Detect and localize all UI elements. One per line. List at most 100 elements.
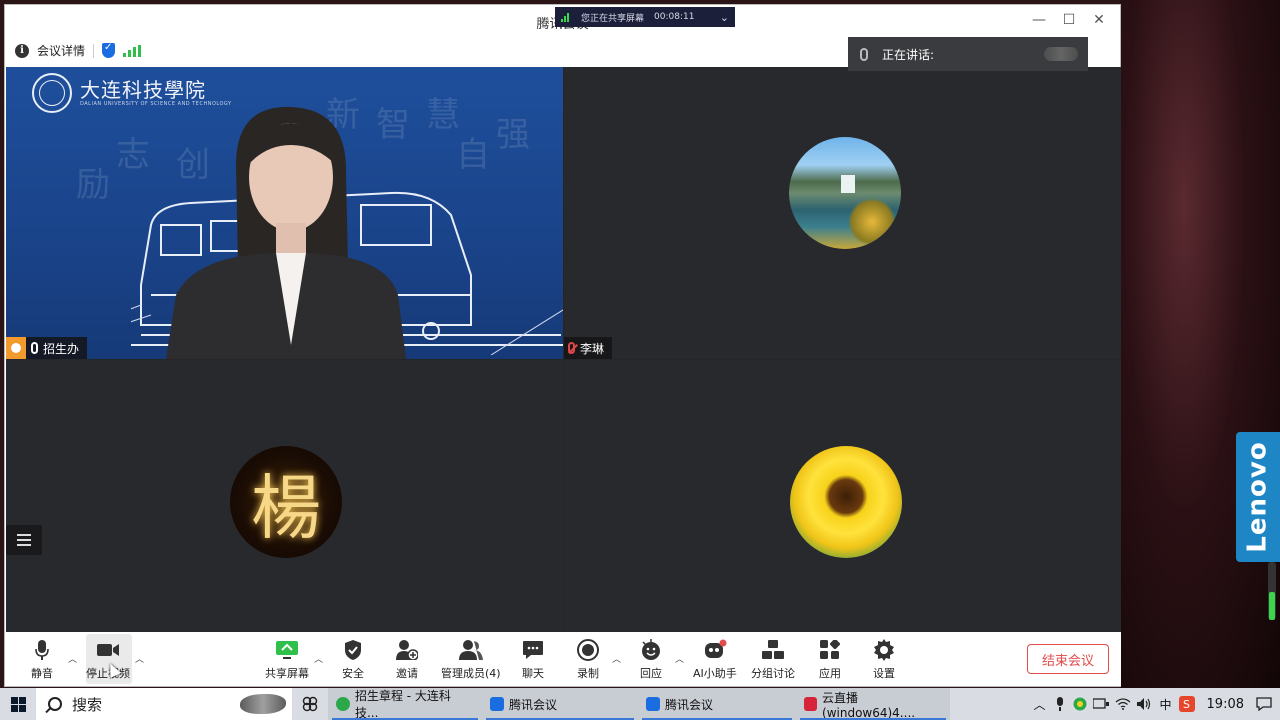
share-screen-label: 共享屏幕 xyxy=(265,667,309,680)
avatar-glyph: 楊 xyxy=(251,466,321,549)
search-highlight-image xyxy=(240,694,286,714)
taskbar-app-label: 招生章程 - 大连科技... xyxy=(354,689,451,720)
watermark-glyph: 励 xyxy=(76,165,110,205)
participant-name-tag: 李琳 xyxy=(564,337,613,359)
notification-icon[interactable] xyxy=(1256,697,1272,711)
video-tile-participant[interactable]: 楊 xyxy=(6,360,563,632)
microphone-icon[interactable] xyxy=(1053,697,1067,711)
chevron-up-icon[interactable]: ︿ xyxy=(675,652,684,665)
meeting-info-left: i 会议详情 xyxy=(15,42,142,59)
gear-icon xyxy=(872,638,896,662)
share-timer: 00:08:11 xyxy=(654,12,695,22)
chevron-up-icon[interactable]: ︿ xyxy=(612,652,621,665)
taskbar-app-tencent-meeting[interactable]: 腾讯会议 xyxy=(482,688,638,720)
ai-assistant-button[interactable]: AI小助手 xyxy=(693,638,737,681)
manage-members-label: 管理成员(4) xyxy=(441,667,501,680)
record-label: 录制 xyxy=(577,667,599,680)
taskbar-search[interactable]: 搜索 xyxy=(36,688,292,720)
taskbar-app-cloud-live[interactable]: 云直播(window64)4.... xyxy=(796,688,950,720)
video-tile-participant[interactable]: 李琳 xyxy=(564,67,1121,359)
reaction-icon xyxy=(639,638,663,662)
mute-button[interactable]: 静音 xyxy=(30,638,54,681)
chevron-up-icon[interactable]: ︿ xyxy=(135,652,144,665)
breakout-icon xyxy=(761,638,785,662)
security-button[interactable]: 安全 xyxy=(341,638,365,681)
speaker-icon[interactable] xyxy=(1136,698,1153,710)
participant-avatar: 楊 xyxy=(230,446,342,558)
divider xyxy=(93,43,95,58)
taskbar-app-label: 腾讯会议 xyxy=(509,697,558,712)
shield-icon[interactable] xyxy=(102,42,116,58)
share-status-text: 您正在共享屏幕 xyxy=(581,13,645,24)
clock-time[interactable]: 19:08 xyxy=(1207,697,1244,712)
network-signal-icon xyxy=(561,12,571,22)
search-placeholder: 搜索 xyxy=(72,695,103,714)
task-view-icon[interactable] xyxy=(292,688,328,720)
video-tile-host[interactable]: 励 志 创 新 智 慧 自 强 大连科技學院 DALIAN UNIVERSITY… xyxy=(6,67,563,359)
invite-label: 邀请 xyxy=(396,667,418,680)
close-icon[interactable]: ✕ xyxy=(1084,9,1114,31)
mute-label: 静音 xyxy=(31,667,53,680)
settings-button[interactable]: 设置 xyxy=(872,638,896,681)
reactions-label: 回应 xyxy=(640,667,662,680)
svg-text:S: S xyxy=(1183,698,1190,711)
apps-grid-icon xyxy=(818,638,842,662)
chevron-up-icon[interactable]: ︿ xyxy=(68,652,77,665)
tencent-meeting-icon xyxy=(490,697,504,711)
meeting-details-link[interactable]: 会议详情 xyxy=(37,42,85,59)
maximize-icon[interactable]: ☐ xyxy=(1054,9,1084,31)
host-video-person xyxy=(166,106,406,359)
watermark-glyph: 自 xyxy=(456,135,490,175)
watermark-glyph: 志 xyxy=(116,135,150,175)
wifi-icon[interactable] xyxy=(1115,698,1131,710)
speaking-label: 正在讲话: xyxy=(882,47,935,62)
window-controls: — ☐ ✕ xyxy=(1024,9,1114,31)
meeting-window: 腾讯会议 — ☐ ✕ 您正在共享屏幕 00:08:11 ⌄ i 会议详情 ⛶ 正… xyxy=(4,4,1121,687)
search-icon xyxy=(48,697,62,711)
sogou-ime-icon[interactable]: S xyxy=(1178,696,1195,712)
record-button[interactable]: 录制 xyxy=(576,638,600,681)
video-grid: 励 志 创 新 智 慧 自 强 大连科技學院 DALIAN UNIVERSITY… xyxy=(6,67,1121,632)
video-tile-participant[interactable] xyxy=(564,360,1121,632)
security-label: 安全 xyxy=(342,667,364,680)
university-logo-name: 大连科技學院 xyxy=(80,78,206,102)
record-icon xyxy=(576,638,600,662)
chevron-down-icon[interactable]: ⌄ xyxy=(720,11,729,24)
invite-button[interactable]: 邀请 xyxy=(395,638,419,681)
participant-name-tag: 招生办 xyxy=(6,337,88,359)
ai-assistant-label: AI小助手 xyxy=(693,667,737,680)
screen-share-banner[interactable]: 您正在共享屏幕 00:08:11 ⌄ xyxy=(555,7,735,27)
windows-start-button[interactable] xyxy=(0,688,36,720)
taskbar-app-tencent-meeting[interactable]: 腾讯会议 xyxy=(638,688,796,720)
windows-taskbar: 搜索 招生章程 - 大连科技... 腾讯会议 腾讯会议 云直播(window64… xyxy=(0,688,1280,720)
chat-label: 聊天 xyxy=(522,667,544,680)
chevron-up-icon[interactable]: ︿ xyxy=(1033,696,1047,713)
breakout-label: 分组讨论 xyxy=(751,667,795,680)
chat-button[interactable]: 聊天 xyxy=(521,638,545,681)
participant-list-icon[interactable] xyxy=(6,525,42,555)
taskbar-app-browser[interactable]: 招生章程 - 大连科技... xyxy=(328,688,482,720)
chevron-up-icon[interactable]: ︿ xyxy=(314,652,323,665)
reactions-button[interactable]: 回应 xyxy=(639,638,663,681)
browser-icon xyxy=(336,697,350,711)
tencent-meeting-icon xyxy=(646,697,660,711)
manage-members-button[interactable]: 管理成员(4) xyxy=(441,638,501,681)
apps-button[interactable]: 应用 xyxy=(818,638,842,681)
app-tray-icon[interactable] xyxy=(1073,697,1087,711)
meeting-toolbar: 静音 ︿ 停止视频 ︿ 共享屏幕 ︿ 安全 邀请 管理成员(4) 聊天 录制 ︿… xyxy=(6,632,1121,686)
share-screen-button[interactable]: 共享屏幕 xyxy=(265,638,309,681)
end-meeting-button[interactable]: 结束会议 xyxy=(1027,644,1109,674)
info-icon[interactable]: i xyxy=(15,43,29,58)
network-signal-icon[interactable] xyxy=(123,44,142,57)
microphone-icon xyxy=(30,638,54,662)
minimize-icon[interactable]: — xyxy=(1024,9,1054,31)
network-icon[interactable] xyxy=(1092,698,1109,710)
ai-assistant-icon xyxy=(703,638,727,662)
ime-indicator[interactable]: 中 xyxy=(1159,696,1173,713)
breakout-button[interactable]: 分组讨论 xyxy=(751,638,795,681)
desktop-background xyxy=(1120,0,1280,688)
camera-icon xyxy=(96,638,120,662)
apps-label: 应用 xyxy=(819,667,841,680)
volume-meter xyxy=(1268,562,1276,620)
settings-label: 设置 xyxy=(873,667,895,680)
